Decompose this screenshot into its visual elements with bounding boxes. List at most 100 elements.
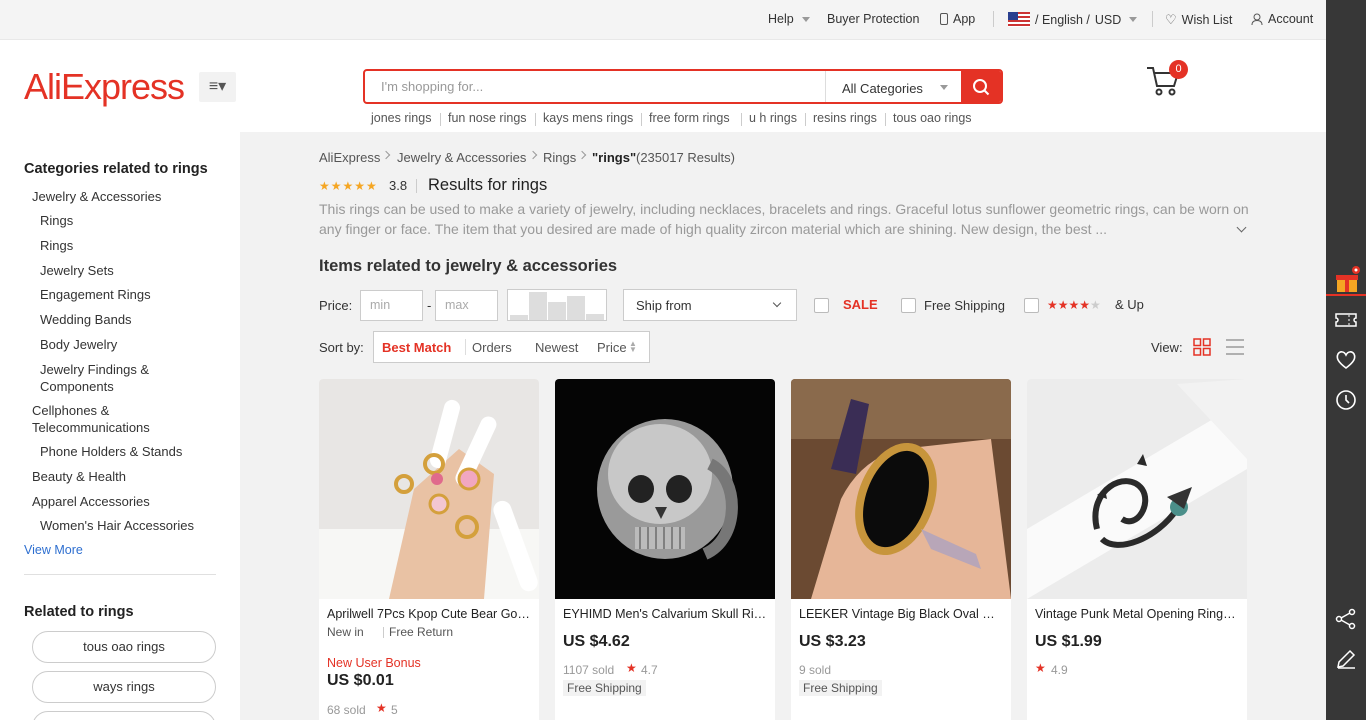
product-image[interactable] [555,379,775,599]
product-image[interactable] [791,379,1011,599]
search-bar: All Categories [363,69,1003,104]
rating-value: 3.8 [389,178,408,193]
product-rating: 5 [391,703,398,717]
sidebar-category-item[interactable]: Rings [40,212,73,229]
sort-label: Sort by: [319,340,364,355]
sort-newest[interactable]: Newest [535,340,578,355]
hot-search-link[interactable]: free form rings [649,111,730,125]
price-max-input[interactable]: max [435,290,498,321]
product-sold: 1107 sold [563,663,615,677]
chevron-down-icon [940,85,948,90]
breadcrumb-link[interactable]: Rings [543,150,576,165]
sidebar-category-item[interactable]: Wedding Bands [40,311,132,328]
sidebar-category-item[interactable]: Cellphones & Telecommunications [32,402,182,436]
product-sold: 9 sold [799,663,832,677]
price-dash: - [427,298,432,313]
sidebar-category-item[interactable]: Body Jewelry [40,336,117,353]
sidebar-category-item[interactable]: Jewelry & Accessories [32,188,161,205]
share-icon[interactable] [1335,608,1357,630]
view-label: View: [1151,340,1183,355]
divider [993,11,994,27]
breadcrumb-link[interactable]: Jewelry & Accessories [397,150,526,165]
star-icon: ★ [626,661,637,675]
sort-best-match[interactable]: Best Match [382,340,451,355]
gift-icon[interactable] [1335,266,1360,292]
rating-stars: ★★★★★ [319,179,378,193]
sort-price[interactable]: Price [597,340,627,355]
sidebar-category-item[interactable]: Engagement Rings [40,286,151,303]
wishlist-heart-icon[interactable] [1335,349,1357,371]
product-card[interactable]: Vintage Punk Metal Opening Ring For Wome… [1027,379,1247,720]
star-icon: ★ [376,701,387,715]
ship-from-select[interactable]: Ship from [623,289,797,321]
help-menu[interactable]: Help [768,12,810,26]
product-title[interactable]: EYHIMD Men's Calvarium Skull Ring Stainl… [563,607,767,621]
sort-arrows-icon: ▲ ▼ [629,339,637,354]
breadcrumb-link[interactable]: AliExpress [319,150,380,165]
divider [641,113,642,126]
history-clock-icon[interactable] [1335,389,1357,411]
chevron-down-icon [1129,17,1138,22]
header: AliExpress ≡▾ All Categories jones rings… [0,40,1326,132]
hot-search-link[interactable]: u h rings [749,111,797,125]
related-search-pill[interactable] [32,711,216,720]
phone-icon [940,13,948,25]
product-title[interactable]: Aprilwell 7Pcs Kpop Cute Bear Gold Color… [327,607,531,621]
results-title: Results for rings [428,176,548,194]
related-search-pill[interactable]: ways rings [32,671,216,703]
product-price: US $3.23 [799,633,866,650]
product-title[interactable]: LEEKER Vintage Big Black Oval Stone Ring… [799,607,1003,621]
sort-orders[interactable]: Orders [472,340,512,355]
chevron-right-icon [528,150,538,160]
divider [805,113,806,126]
sidebar-category-item[interactable]: Jewelry Findings & Components [40,361,190,395]
hot-search-link[interactable]: tous oao rings [893,111,972,125]
aliexpress-logo[interactable]: AliExpress [24,66,185,108]
divider [24,574,216,575]
account-link[interactable]: Account [1251,12,1313,26]
sidebar-category-item[interactable]: Phone Holders & Stands [40,443,182,460]
search-button[interactable] [961,71,1001,102]
product-sold: 68 sold [327,703,366,717]
sidebar-category-item[interactable]: Women's Hair Accessories [40,517,194,534]
related-search-pill[interactable]: tous oao rings [32,631,216,663]
product-price: US $4.62 [563,633,630,650]
sidebar-category-item[interactable]: Jewelry Sets [40,262,114,279]
product-card[interactable]: EYHIMD Men's Calvarium Skull Ring Stainl… [555,379,775,720]
free-shipping-tag: Free Shipping [799,680,882,696]
sidebar-category-item[interactable]: Beauty & Health [32,468,126,485]
list-view-icon[interactable] [1225,338,1245,356]
divider [741,113,742,126]
product-card[interactable]: Aprilwell 7Pcs Kpop Cute Bear Gold Color… [319,379,539,720]
category-select[interactable]: All Categories [825,71,964,102]
category-menu-button[interactable]: ≡▾ [199,72,236,102]
sidebar-category-item[interactable]: Apparel Accessories [32,493,150,510]
hot-search-link[interactable]: jones rings [371,111,431,125]
price-label: Price: [319,298,353,313]
hot-search-link[interactable]: resins rings [813,111,877,125]
product-title[interactable]: Vintage Punk Metal Opening Ring For Wome… [1035,607,1239,621]
price-histogram[interactable] [507,289,607,321]
left-sidebar: Categories related to rings Jewelry & Ac… [0,132,240,720]
language-currency-selector[interactable]: / English / USD [1008,12,1138,27]
product-card[interactable]: LEEKER Vintage Big Black Oval Stone Ring… [791,379,1011,720]
sidebar-category-item[interactable]: Rings [40,237,73,254]
free-shipping-label: Free Shipping [924,298,1005,313]
view-more-link[interactable]: View More [24,543,83,557]
price-min-input[interactable]: min [360,290,423,321]
wishlist-link[interactable]: ♡ Wish List [1165,12,1232,28]
app-link[interactable]: App [940,12,975,26]
coupon-icon[interactable] [1335,309,1357,331]
sale-checkbox[interactable] [814,298,829,313]
edit-feedback-icon[interactable] [1335,648,1357,670]
buyer-protection-link[interactable]: Buyer Protection [827,12,919,26]
free-shipping-checkbox[interactable] [901,298,916,313]
hot-search-link[interactable]: fun nose rings [448,111,527,125]
hot-search-link[interactable]: kays mens rings [543,111,633,125]
rating-filter-checkbox[interactable] [1024,298,1039,313]
product-image[interactable] [319,379,539,599]
search-input[interactable] [365,71,825,102]
grid-view-icon[interactable] [1193,338,1211,356]
product-image[interactable] [1027,379,1247,599]
breadcrumb-query: "rings" [592,150,637,165]
